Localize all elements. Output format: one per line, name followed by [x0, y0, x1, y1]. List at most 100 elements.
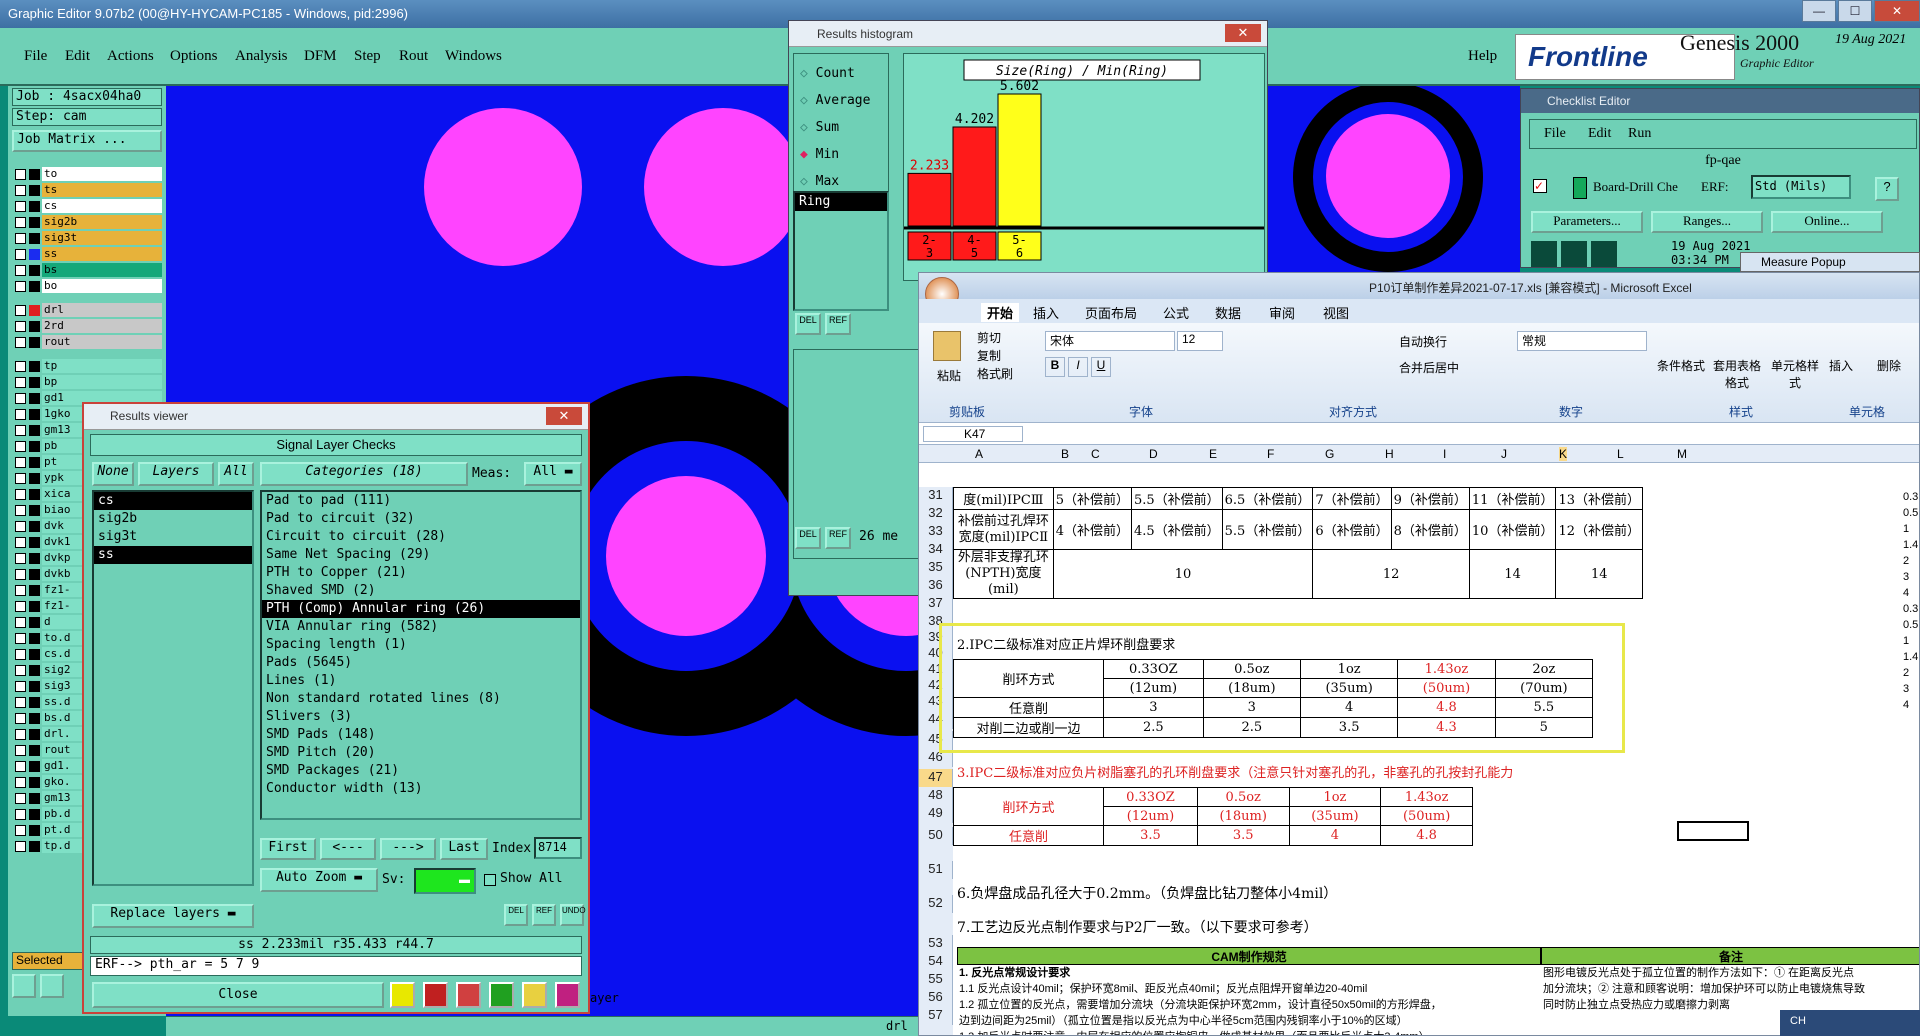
layer-color-swatch[interactable] — [29, 600, 40, 612]
row-number[interactable]: 49 — [919, 805, 953, 823]
tab-data[interactable]: 数据 — [1215, 303, 1241, 322]
cell[interactable]: 削环方式 — [953, 659, 1104, 698]
layer-color-swatch[interactable] — [29, 824, 40, 836]
layer-name[interactable]: 2rd — [42, 319, 162, 333]
conditional-format-button[interactable]: 条件格式 — [1653, 357, 1709, 374]
layer-checkbox[interactable] — [15, 648, 26, 660]
layer-checkbox[interactable] — [15, 712, 26, 724]
tab-home[interactable]: 开始 — [981, 303, 1020, 322]
layer-color-swatch[interactable] — [29, 376, 40, 388]
column-letter[interactable]: J — [1501, 447, 1507, 461]
prev-button[interactable]: <--- — [320, 838, 376, 860]
font-size-select[interactable]: 12 — [1177, 331, 1223, 351]
cell[interactable]: 0.5oz — [1202, 659, 1301, 679]
column-letter[interactable]: A — [975, 447, 983, 461]
insert-button[interactable]: 插入 — [1829, 357, 1853, 374]
layer-checkbox[interactable] — [15, 536, 26, 548]
maximize-button[interactable]: ☐ — [1838, 0, 1872, 22]
right-value[interactable]: 1 — [1903, 523, 1919, 539]
layer-checkbox[interactable] — [15, 280, 26, 292]
layer-color-swatch[interactable] — [29, 520, 40, 532]
result-layer-item[interactable]: sig2b — [94, 510, 252, 528]
layer-name[interactable]: ts — [42, 183, 162, 197]
cell[interactable]: 任意削 — [953, 697, 1104, 718]
layer-row[interactable]: tp — [12, 358, 162, 374]
layer-name[interactable]: ss — [42, 247, 162, 261]
attr-item[interactable]: Ring — [795, 193, 887, 211]
layer-name[interactable]: drl — [42, 303, 162, 317]
close-button[interactable]: ✕ — [1874, 0, 1920, 22]
layers-button[interactable]: Layers — [138, 462, 214, 486]
bold-button[interactable]: B — [1045, 357, 1065, 377]
cell[interactable]: 5.5（补偿前） — [1221, 509, 1314, 550]
check-item-checkbox[interactable]: ✓ — [1533, 179, 1547, 193]
layer-color-swatch[interactable] — [29, 776, 40, 788]
row-number[interactable]: 34 — [919, 541, 953, 559]
row-number[interactable]: 51 — [919, 861, 953, 879]
layer-name[interactable]: sig3t — [42, 231, 162, 245]
row-number[interactable]: 54 — [919, 953, 953, 971]
number-format-select[interactable]: 常规 — [1517, 331, 1647, 351]
cell[interactable]: 0.33OZ — [1103, 659, 1204, 679]
sv-color-select[interactable]: ▬ — [414, 868, 476, 894]
row-number[interactable]: 50 — [919, 827, 953, 845]
column-letter[interactable]: D — [1149, 447, 1158, 461]
tab-formula[interactable]: 公式 — [1163, 303, 1189, 322]
paste-icon[interactable] — [933, 331, 961, 361]
cell[interactable]: (18um) — [1196, 806, 1290, 826]
layer-checkbox[interactable] — [15, 232, 26, 244]
layer-row[interactable]: sig3t — [12, 230, 162, 246]
column-letter[interactable]: F — [1267, 447, 1274, 461]
tab-layout[interactable]: 页面布局 — [1085, 303, 1137, 322]
layer-checkbox[interactable] — [15, 320, 26, 332]
layer-checkbox[interactable] — [15, 264, 26, 276]
right-value[interactable]: 0.3 — [1903, 603, 1919, 619]
category-item[interactable]: SMD Packages (21) — [262, 762, 580, 780]
underline-button[interactable]: U — [1091, 357, 1111, 377]
layer-row[interactable]: 2rd — [12, 318, 162, 334]
column-letter[interactable]: B — [1061, 447, 1069, 461]
font-select[interactable]: 宋体 — [1045, 331, 1175, 351]
replace-layers-select[interactable]: Replace layers ▬ — [92, 904, 254, 928]
layer-checkbox[interactable] — [15, 760, 26, 772]
all-button[interactable]: All — [218, 462, 254, 486]
layer-checkbox[interactable] — [15, 792, 26, 804]
run-all-icon[interactable] — [1561, 241, 1587, 267]
chart-icon[interactable] — [390, 982, 415, 1008]
layer-row[interactable]: cs — [12, 198, 162, 214]
layer-color-swatch[interactable] — [29, 248, 40, 260]
layer-checkbox[interactable] — [15, 184, 26, 196]
option-min[interactable]: ◆ Min — [800, 141, 870, 168]
canvas-right-part[interactable] — [1268, 86, 1520, 272]
worksheet[interactable]: 31 32 33 34 35 36 37 38 39 40 41 42 43 44 45 46 47 48 49 50… — [919, 487, 1919, 1035]
layer-checkbox[interactable] — [15, 248, 26, 260]
layer-color-swatch[interactable] — [29, 648, 40, 660]
cell[interactable]: 3 — [1103, 697, 1204, 718]
section2-heading[interactable]: 2.IPC二级标准对应正片焊环削盘要求 — [957, 637, 1175, 655]
checklist-menu-file[interactable]: File — [1544, 126, 1566, 142]
column-letter[interactable]: C — [1091, 447, 1100, 461]
menu-rout[interactable]: Rout — [399, 48, 428, 65]
results-viewer-close-icon[interactable]: ✕ — [546, 407, 582, 425]
right-value[interactable]: 1.4 — [1903, 539, 1919, 555]
cell[interactable]: (50um) — [1380, 806, 1473, 826]
category-item[interactable]: SMD Pitch (20) — [262, 744, 580, 762]
cell-style-button[interactable]: 单元格样式 — [1767, 357, 1823, 391]
layer-checkbox[interactable] — [15, 392, 26, 404]
cell[interactable]: 8（补偿前） — [1390, 509, 1470, 550]
layer-color-swatch[interactable] — [29, 320, 40, 332]
detail-del-button[interactable]: DEL — [795, 527, 821, 549]
line7-text[interactable]: 7.工艺边反光点制作要求与P2厂一致。（以下要求可参考） — [957, 919, 1318, 937]
results-layer-list[interactable]: cs sig2b sig3t ss — [92, 490, 254, 886]
layer-checkbox[interactable] — [15, 824, 26, 836]
cell[interactable]: 6.5（补偿前） — [1221, 487, 1314, 510]
layer-checkbox[interactable] — [15, 504, 26, 516]
cell[interactable]: 1oz — [1288, 787, 1382, 807]
layer-color-swatch[interactable] — [29, 488, 40, 500]
layer-checkbox[interactable] — [15, 216, 26, 228]
layer-checkbox[interactable] — [15, 632, 26, 644]
layer-color-swatch[interactable] — [29, 536, 40, 548]
cell[interactable]: (35um) — [1288, 806, 1382, 826]
next-button[interactable]: ---> — [380, 838, 436, 860]
cell[interactable]: 12（补偿前） — [1555, 509, 1643, 550]
